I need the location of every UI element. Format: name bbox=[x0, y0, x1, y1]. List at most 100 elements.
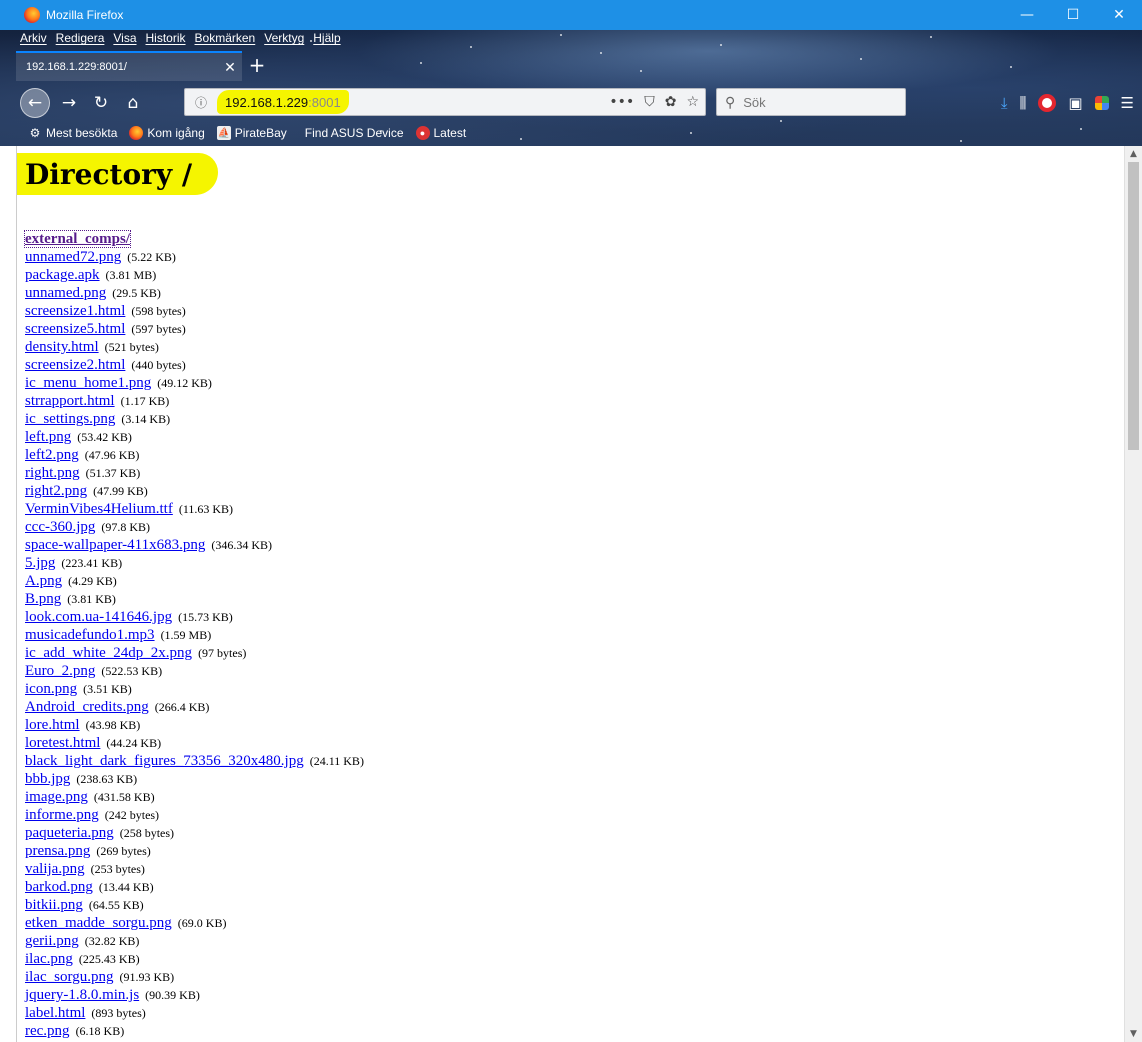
file-size: (346.34 KB) bbox=[211, 538, 273, 552]
file-link[interactable]: screensize1.html bbox=[25, 303, 125, 319]
site-info-icon[interactable]: ⓘ bbox=[189, 94, 213, 111]
list-item: musicadefundo1.mp3 (1.59 MB) bbox=[25, 626, 364, 644]
file-link[interactable]: VerminVibes4Helium.ttf bbox=[25, 501, 173, 517]
file-link[interactable]: 5.jpg bbox=[25, 555, 55, 571]
menu-historik[interactable]: Historik bbox=[146, 31, 186, 49]
scrollbar-thumb[interactable] bbox=[1128, 162, 1139, 450]
file-link[interactable]: external_comps/ bbox=[24, 230, 131, 248]
file-link[interactable]: etken_madde_sorgu.png bbox=[25, 915, 172, 931]
forward-arrow-icon[interactable]: → bbox=[54, 88, 84, 118]
file-link[interactable]: black_light_dark_figures_73356_320x480.j… bbox=[25, 753, 304, 769]
list-item: right.png (51.37 KB) bbox=[25, 464, 364, 482]
menu-hjalp[interactable]: Hjälp bbox=[313, 31, 340, 49]
list-item: gerii.png (32.82 KB) bbox=[25, 932, 364, 950]
download-icon[interactable]: ⤓ bbox=[1001, 94, 1008, 112]
scroll-down-icon[interactable]: ▼ bbox=[1125, 1026, 1142, 1042]
file-link[interactable]: ccc-360.jpg bbox=[25, 519, 95, 535]
reload-icon[interactable]: ↻ bbox=[86, 88, 116, 118]
file-link[interactable]: rec.png bbox=[25, 1023, 70, 1039]
menu-visa[interactable]: Visa bbox=[113, 31, 136, 49]
home-icon[interactable]: ⌂ bbox=[118, 88, 148, 118]
sidebar-icon[interactable]: ▣ bbox=[1068, 94, 1082, 112]
bookmark-latest[interactable]: ● Latest bbox=[415, 126, 466, 140]
opera-icon[interactable] bbox=[1038, 94, 1057, 112]
bookmark-star-icon[interactable]: ☆ bbox=[686, 94, 699, 110]
file-size: (69.0 KB) bbox=[177, 916, 227, 930]
url-host: 192.168.1.229 bbox=[225, 94, 309, 110]
bookmark-find-asus-device[interactable]: Find ASUS Device bbox=[305, 126, 404, 140]
vertical-scrollbar[interactable]: ▲ ▼ bbox=[1124, 146, 1142, 1042]
file-link[interactable]: screensize2.html bbox=[25, 357, 125, 373]
search-bar[interactable]: ⚲ Sök bbox=[716, 88, 906, 116]
library-icon[interactable]: ⫼ bbox=[1019, 94, 1026, 112]
menu-arkiv[interactable]: Arkiv bbox=[20, 31, 47, 49]
file-link[interactable]: ic_settings.png bbox=[25, 411, 115, 427]
file-link[interactable]: space-wallpaper-411x683.png bbox=[25, 537, 205, 553]
file-link[interactable]: label.html bbox=[25, 1005, 85, 1021]
file-link[interactable]: image.png bbox=[25, 789, 88, 805]
page-actions-icon[interactable]: ••• bbox=[609, 94, 634, 110]
file-link[interactable]: left2.png bbox=[25, 447, 79, 463]
menu-redigera[interactable]: Redigera bbox=[56, 31, 105, 49]
file-link[interactable]: jquery-1.8.0.min.js bbox=[25, 987, 139, 1003]
file-size: (49.12 KB) bbox=[157, 376, 212, 390]
file-link[interactable]: gerii.png bbox=[25, 933, 79, 949]
bookmark-piratebay[interactable]: ⛵ PirateBay bbox=[216, 126, 287, 140]
file-link[interactable]: icon.png bbox=[25, 681, 77, 697]
file-link[interactable]: Android_credits.png bbox=[25, 699, 149, 715]
file-link[interactable]: prensa.png bbox=[25, 843, 90, 859]
file-link[interactable]: ilac_sorgu.png bbox=[25, 969, 113, 985]
file-link[interactable]: screensize5.html bbox=[25, 321, 125, 337]
file-link[interactable]: bbb.jpg bbox=[25, 771, 70, 787]
list-item: bitkii.png (64.55 KB) bbox=[25, 896, 364, 914]
pocket-icon[interactable]: ⛉ bbox=[644, 94, 655, 110]
file-link[interactable]: B.png bbox=[25, 591, 61, 607]
new-tab-button[interactable]: + bbox=[246, 52, 268, 78]
file-link[interactable]: paqueteria.png bbox=[25, 825, 114, 841]
file-link[interactable]: unnamed.png bbox=[25, 285, 106, 301]
list-item: icon.png (3.51 KB) bbox=[25, 680, 364, 698]
maximize-button[interactable]: ☐ bbox=[1050, 0, 1096, 30]
file-link[interactable]: right.png bbox=[25, 465, 80, 481]
file-link[interactable]: strrapport.html bbox=[25, 393, 115, 409]
file-link[interactable]: left.png bbox=[25, 429, 71, 445]
file-link[interactable]: lore.html bbox=[25, 717, 80, 733]
menu-bokmarken[interactable]: Bokmärken bbox=[195, 31, 256, 49]
file-size: (597 bytes) bbox=[131, 322, 186, 336]
tab-close-icon[interactable]: ✕ bbox=[218, 59, 242, 76]
file-link[interactable]: barkod.png bbox=[25, 879, 93, 895]
list-item: Android_credits.png (266.4 KB) bbox=[25, 698, 364, 716]
scroll-up-icon[interactable]: ▲ bbox=[1125, 146, 1142, 162]
menu-verktyg[interactable]: Verktyg bbox=[264, 31, 304, 49]
tab-active[interactable]: 192.168.1.229:8001/ ✕ bbox=[16, 51, 242, 81]
file-size: (3.14 KB) bbox=[121, 412, 171, 426]
hamburger-menu-icon[interactable]: ☰ bbox=[1121, 94, 1134, 112]
file-link[interactable]: look.com.ua-141646.jpg bbox=[25, 609, 172, 625]
file-link[interactable]: informe.png bbox=[25, 807, 99, 823]
file-link[interactable]: loretest.html bbox=[25, 735, 100, 751]
file-link[interactable]: right2.png bbox=[25, 483, 87, 499]
file-link[interactable]: valija.png bbox=[25, 861, 85, 877]
bookmark-mest-besokta[interactable]: ⚙ Mest besökta bbox=[28, 126, 118, 140]
file-link[interactable]: unnamed72.png bbox=[25, 249, 121, 265]
file-link[interactable]: ilac.png bbox=[25, 951, 73, 967]
title-bar: Mozilla Firefox — ☐ ✕ bbox=[0, 0, 1142, 30]
file-link[interactable]: musicadefundo1.mp3 bbox=[25, 627, 155, 643]
file-size: (3.81 KB) bbox=[67, 592, 116, 606]
extension-icon[interactable]: ✿ bbox=[665, 94, 677, 110]
close-button[interactable]: ✕ bbox=[1096, 0, 1142, 30]
file-link[interactable]: Euro_2.png bbox=[25, 663, 95, 679]
file-link[interactable]: A.png bbox=[25, 573, 62, 589]
addon-icon[interactable] bbox=[1094, 96, 1109, 110]
file-link[interactable]: ic_menu_home1.png bbox=[25, 375, 151, 391]
bookmark-kom-igang[interactable]: Kom igång bbox=[129, 126, 205, 140]
file-link[interactable]: package.apk bbox=[25, 267, 100, 283]
list-item: VerminVibes4Helium.ttf (11.63 KB) bbox=[25, 500, 364, 518]
back-arrow-icon[interactable]: ← bbox=[20, 88, 50, 118]
address-bar[interactable]: ⓘ 192.168.1.229:8001 ••• ⛉ ✿ ☆ bbox=[184, 88, 706, 116]
file-link[interactable]: density.html bbox=[25, 339, 99, 355]
minimize-button[interactable]: — bbox=[1004, 0, 1050, 30]
list-item: external_comps/ bbox=[24, 230, 364, 248]
file-link[interactable]: ic_add_white_24dp_2x.png bbox=[25, 645, 192, 661]
file-link[interactable]: bitkii.png bbox=[25, 897, 83, 913]
